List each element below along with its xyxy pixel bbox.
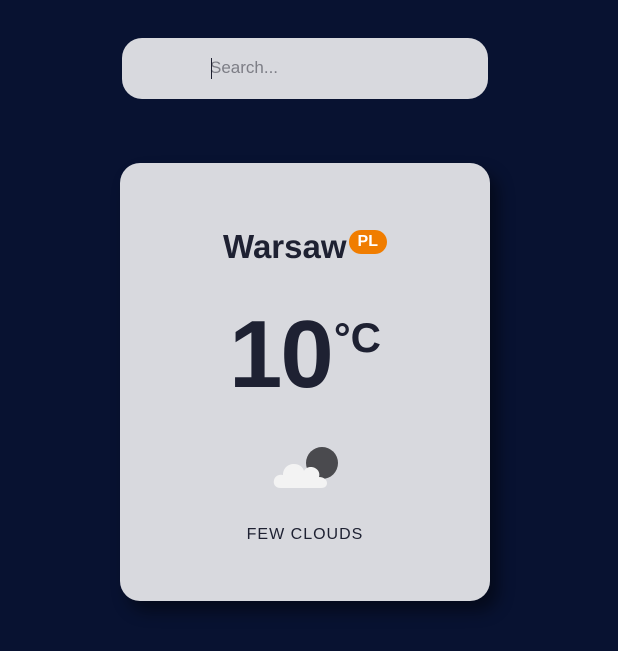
weather-description: FEW CLOUDS xyxy=(246,526,364,543)
text-caret xyxy=(211,58,212,79)
search-box[interactable] xyxy=(122,38,488,99)
location-row: Warsaw PL xyxy=(120,229,490,265)
few-clouds-night-icon xyxy=(271,441,341,493)
city-name: Warsaw xyxy=(223,228,347,265)
temperature-value: 10 xyxy=(229,301,334,408)
temperature-unit: °C xyxy=(333,314,381,361)
country-badge: PL xyxy=(348,230,387,254)
temperature-row: 10 °C xyxy=(120,307,490,403)
search-input[interactable] xyxy=(210,56,460,80)
weather-card: Warsaw PL 10 °C FEW CLOUDS xyxy=(120,163,490,601)
